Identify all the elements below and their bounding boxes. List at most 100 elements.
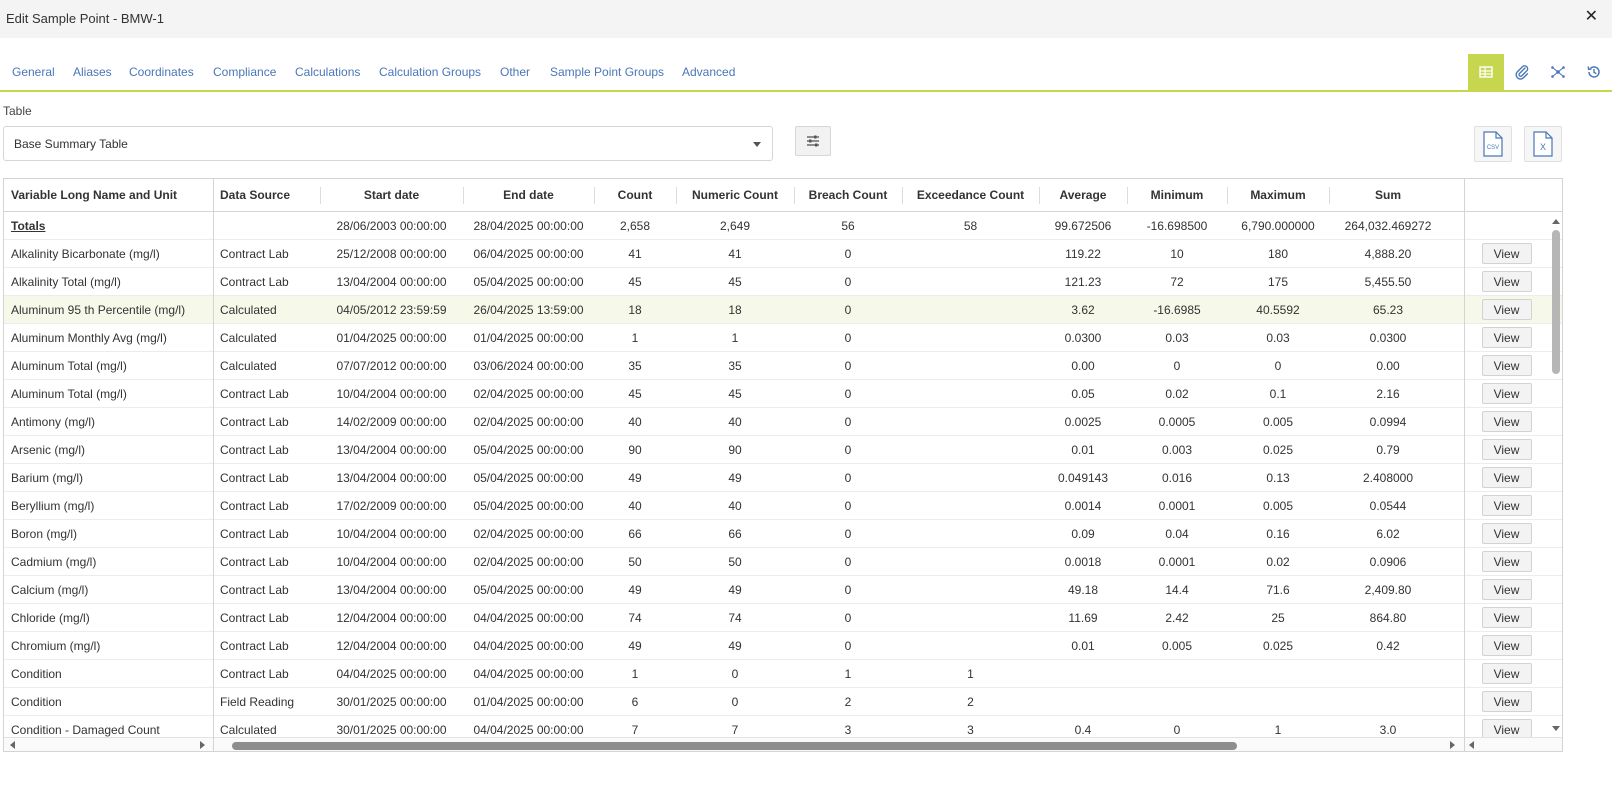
view-button[interactable]: View <box>1481 495 1532 516</box>
scroll-up-icon[interactable] <box>1552 219 1560 224</box>
table-row[interactable]: Condition Contract Lab 04/04/2025 00:00:00… <box>4 660 1562 688</box>
paperclip-icon[interactable] <box>1504 54 1540 90</box>
table-row[interactable]: Cadmium (mg/l) Contract Lab 10/04/2004 00:… <box>4 548 1562 576</box>
table-row[interactable]: Aluminum Monthly Avg (mg/l) Calculated 01/… <box>4 324 1562 352</box>
horizontal-scroll-thumb[interactable] <box>232 742 1237 750</box>
table-cell: 45 <box>728 386 742 401</box>
column-header[interactable]: Average <box>1039 179 1127 211</box>
excel-export-button[interactable]: X <box>1524 126 1562 162</box>
vertical-scroll-thumb[interactable] <box>1552 230 1560 374</box>
network-icon[interactable] <box>1540 54 1576 90</box>
close-icon[interactable]: ✕ <box>1585 6 1598 26</box>
table-row[interactable]: Chromium (mg/l) Contract Lab 12/04/2004 00… <box>4 632 1562 660</box>
table-row[interactable]: Aluminum 95 th Percentile (mg/l) Calculat… <box>4 296 1562 324</box>
table-row[interactable]: Aluminum Total (mg/l) Calculated 07/07/201… <box>4 352 1562 380</box>
table-cell: 66 <box>628 526 642 541</box>
view-button[interactable]: View <box>1481 523 1532 544</box>
table-cell <box>1329 660 1447 687</box>
view-button[interactable]: View <box>1481 691 1532 712</box>
view-button[interactable]: View <box>1481 579 1532 600</box>
table-select[interactable]: Base Summary Table <box>3 126 773 161</box>
tab-aliases[interactable]: Aliases <box>73 65 112 79</box>
table-cell: 0.01 <box>1071 442 1095 457</box>
scroll-down-icon[interactable] <box>1552 726 1560 731</box>
view-cell: View <box>1464 324 1549 351</box>
table-cell: Contract Lab <box>220 246 289 261</box>
column-header[interactable]: Start date <box>320 179 463 211</box>
scroll-left-icon[interactable] <box>10 741 15 749</box>
tab-sample-point-groups[interactable]: Sample Point Groups <box>550 65 664 79</box>
tab-calculation-groups[interactable]: Calculation Groups <box>379 65 481 79</box>
view-button[interactable]: View <box>1481 327 1532 348</box>
table-cell: 18 <box>628 302 642 317</box>
view-button[interactable]: View <box>1481 663 1532 684</box>
table-row[interactable]: Calcium (mg/l) Contract Lab 13/04/2004 00:… <box>4 576 1562 604</box>
table-cell: 2 <box>967 694 974 709</box>
view-button[interactable]: View <box>1481 271 1532 292</box>
view-cell: View <box>1464 380 1549 407</box>
view-button[interactable]: View <box>1481 411 1532 432</box>
table-row[interactable]: Arsenic (mg/l) Contract Lab 13/04/2004 00:… <box>4 436 1562 464</box>
table-row[interactable]: Beryllium (mg/l) Contract Lab 17/02/2009 0… <box>4 492 1562 520</box>
view-button[interactable]: View <box>1481 607 1532 628</box>
table-cell: 28/04/2025 00:00:00 <box>473 218 584 233</box>
table-cell: Aluminum 95 th Percentile (mg/l) <box>11 302 186 317</box>
tab-other[interactable]: Other <box>500 65 530 79</box>
view-button[interactable]: View <box>1481 243 1532 264</box>
table-row[interactable]: Alkalinity Bicarbonate (mg/l) Contract La… <box>4 240 1562 268</box>
table-cell: 0.005 <box>1262 414 1294 429</box>
view-button[interactable]: View <box>1481 551 1532 572</box>
table-cell: 2.42 <box>1165 610 1189 625</box>
view-button[interactable]: View <box>1481 383 1532 404</box>
table-cell: 2 <box>844 694 852 709</box>
table-icon[interactable] <box>1468 54 1504 90</box>
vertical-scrollbar[interactable] <box>1549 212 1562 737</box>
table-row[interactable]: Aluminum Total (mg/l) Contract Lab 10/04/2… <box>4 380 1562 408</box>
view-button[interactable]: View <box>1481 299 1532 320</box>
table-cell: Contract Lab <box>220 470 289 485</box>
scroll-left-pane-icon[interactable] <box>1469 741 1474 749</box>
column-header[interactable]: Numeric Count <box>676 179 794 211</box>
table-row[interactable]: Antimony (mg/l) Contract Lab 14/02/2009 00… <box>4 408 1562 436</box>
column-header[interactable]: End date <box>463 179 594 211</box>
table-cell: 0.0300 <box>1369 330 1407 345</box>
table-row[interactable]: Boron (mg/l) Contract Lab 10/04/2004 00:00… <box>4 520 1562 548</box>
column-header[interactable]: Minimum <box>1127 179 1227 211</box>
view-button[interactable]: View <box>1481 635 1532 656</box>
column-header[interactable]: Sum <box>1329 179 1447 211</box>
table-cell: Contract Lab <box>220 442 289 457</box>
column-header[interactable]: Data Source <box>213 179 320 211</box>
column-header[interactable]: Variable Long Name and Unit <box>4 179 213 211</box>
column-header[interactable]: Maximum <box>1227 179 1329 211</box>
scroll-right-icon[interactable] <box>1450 741 1455 749</box>
table-row[interactable]: Condition Field Reading 30/01/2025 00:00:0… <box>4 688 1562 716</box>
view-button[interactable]: View <box>1481 355 1532 376</box>
view-cell: View <box>1464 632 1549 659</box>
table-cell: 06/04/2025 00:00:00 <box>473 246 584 261</box>
table-cell <box>902 324 1039 351</box>
table-row[interactable]: Alkalinity Total (mg/l) Contract Lab 13/04… <box>4 268 1562 296</box>
csv-export-button[interactable]: CSV <box>1474 126 1512 162</box>
column-header[interactable]: Count <box>594 179 676 211</box>
table-cell: 0 <box>844 610 852 625</box>
tab-coordinates[interactable]: Coordinates <box>129 65 194 79</box>
view-button[interactable]: View <box>1481 439 1532 460</box>
table-cell <box>1227 660 1329 687</box>
column-header[interactable]: Exceedance Count <box>902 179 1039 211</box>
scroll-right-left-pane-icon[interactable] <box>200 741 205 749</box>
table-row[interactable]: Chloride (mg/l) Contract Lab 12/04/2004 00… <box>4 604 1562 632</box>
table-cell: 5,455.50 <box>1364 274 1412 289</box>
tab-compliance[interactable]: Compliance <box>213 65 276 79</box>
horizontal-scrollbar[interactable] <box>4 737 1562 751</box>
history-icon[interactable] <box>1576 54 1612 90</box>
csv-export-icon: CSV <box>1483 131 1503 157</box>
table-settings-button[interactable] <box>795 126 831 156</box>
table-row[interactable]: Barium (mg/l) Contract Lab 13/04/2004 00:0… <box>4 464 1562 492</box>
table-cell: 14/02/2009 00:00:00 <box>336 414 447 429</box>
tab-calculations[interactable]: Calculations <box>295 65 360 79</box>
tab-advanced[interactable]: Advanced <box>682 65 735 79</box>
table-cell: 04/05/2012 23:59:59 <box>336 302 447 317</box>
column-header[interactable]: Breach Count <box>794 179 902 211</box>
tab-general[interactable]: General <box>12 65 55 79</box>
view-button[interactable]: View <box>1481 467 1532 488</box>
